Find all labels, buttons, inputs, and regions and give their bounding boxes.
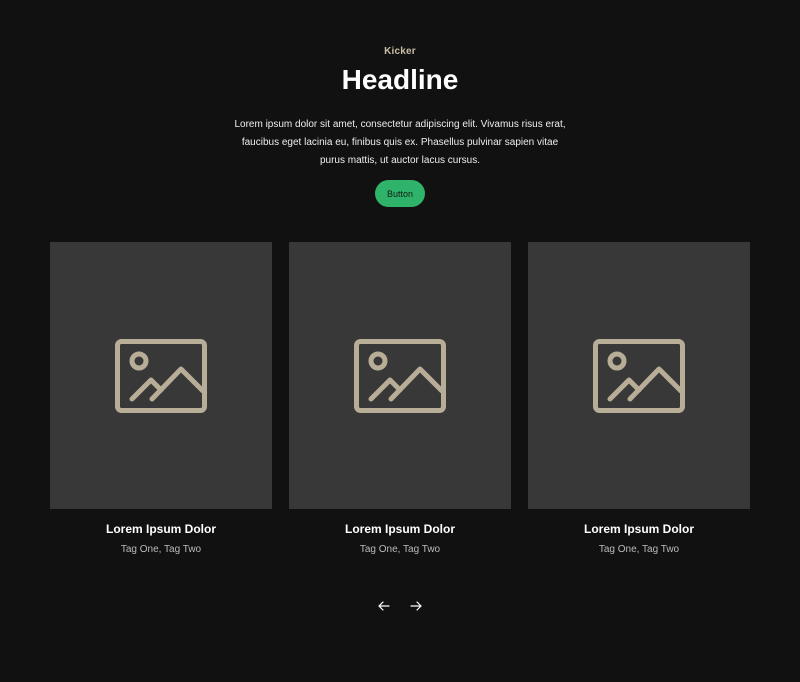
card-title: Lorem Ipsum Dolor (105, 522, 216, 536)
card-tags: Tag One, Tag Two (120, 544, 202, 555)
card-tags: Tag One, Tag Two (359, 544, 441, 555)
arrow-left-icon (378, 601, 390, 611)
carousel-prev-button[interactable] (375, 597, 393, 615)
image-placeholder-icon (115, 339, 207, 413)
image-placeholder-icon (354, 339, 446, 413)
card-1[interactable]: Lorem Ipsum Dolor Tag One, Tag Two (50, 242, 272, 555)
card-image (528, 242, 750, 509)
card-image (50, 242, 272, 509)
card-2[interactable]: Lorem Ipsum Dolor Tag One, Tag Two (289, 242, 511, 555)
image-placeholder-icon (593, 339, 685, 413)
intro-paragraph: Lorem ipsum dolor sit amet, consectetur … (234, 119, 566, 166)
card-image (289, 242, 511, 509)
kicker: Kicker (384, 46, 416, 57)
card-title: Lorem Ipsum Dolor (583, 522, 694, 536)
cta-button[interactable]: Button (375, 180, 425, 207)
card-3[interactable]: Lorem Ipsum Dolor Tag One, Tag Two (528, 242, 750, 555)
card-tags: Tag One, Tag Two (598, 544, 680, 555)
arrow-right-icon (410, 601, 422, 611)
headline: Headline (341, 64, 459, 95)
card-title: Lorem Ipsum Dolor (344, 522, 455, 536)
carousel-next-button[interactable] (407, 597, 425, 615)
carousel-section: Kicker Headline Lorem ipsum dolor sit am… (0, 0, 800, 682)
